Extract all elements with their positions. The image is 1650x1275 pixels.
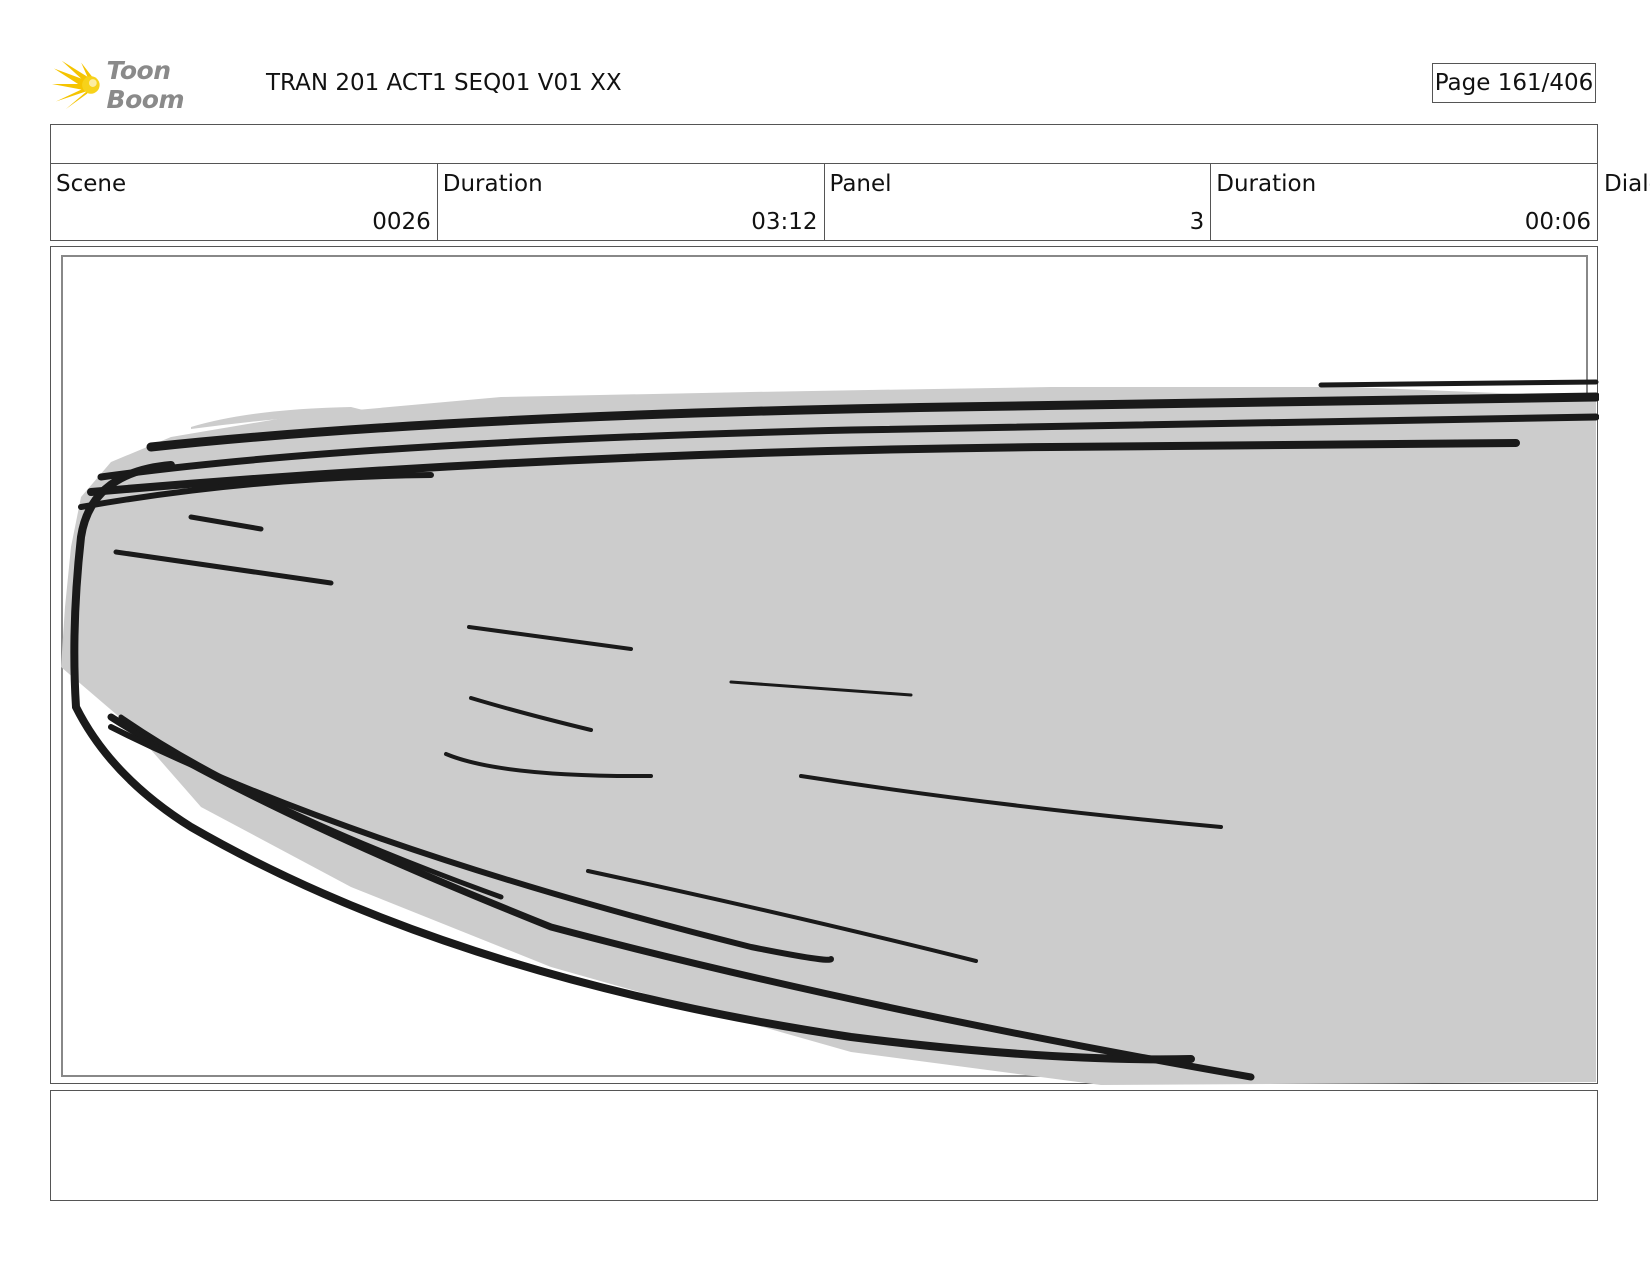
document-title: TRAN 201 ACT1 SEQ01 V01 XX (266, 70, 622, 96)
scene-value: 0026 (372, 209, 431, 235)
panel-label: Panel (829, 171, 892, 197)
page-number: Page 161/406 (1432, 63, 1596, 103)
panel-duration-label: Duration (1216, 171, 1317, 197)
starburst-logo-icon (52, 60, 100, 110)
storyboard-panel (50, 246, 1599, 1085)
panel-info-row: Scene 0026 Duration 03:12 Panel 3 Durati… (50, 163, 1598, 241)
notes-box (50, 1090, 1598, 1201)
sketch-gray-fill (61, 387, 1596, 1085)
toon-boom-logo: Toon Boom (52, 56, 252, 114)
panel-value: 3 (1189, 209, 1205, 235)
scene-duration-label: Duration (442, 171, 543, 197)
dialog-label: Dialo (1604, 171, 1650, 197)
panel-sketch (61, 255, 1599, 1085)
panel-duration-value: 00:06 (1524, 209, 1591, 235)
panel-duration-cell: Duration 00:06 (1211, 163, 1597, 240)
sketch-stroke-top-5 (1318, 379, 1599, 388)
scene-cell: Scene 0026 (51, 163, 438, 240)
panel-cell: Panel 3 (825, 163, 1212, 240)
header-blank-row (50, 124, 1598, 164)
scene-label: Scene (56, 171, 127, 197)
scene-duration-cell: Duration 03:12 (438, 163, 825, 240)
logo-wordmark: Toon Boom (106, 56, 185, 114)
scene-duration-value: 03:12 (751, 209, 818, 235)
